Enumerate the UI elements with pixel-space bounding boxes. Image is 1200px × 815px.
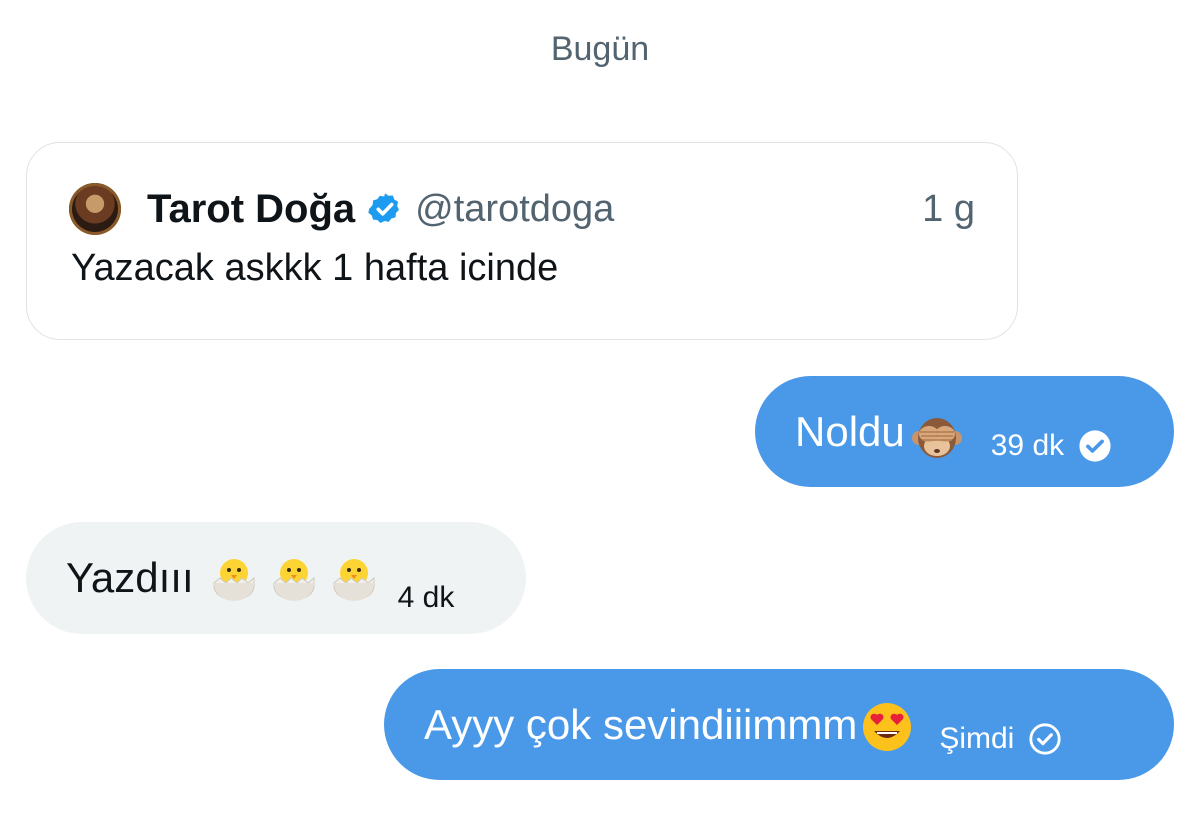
quoted-post-handle: @tarotdoga: [415, 187, 615, 230]
emoji-group: [208, 553, 380, 607]
message-time: 39 dk: [990, 428, 1065, 462]
message-time: Şimdi: [939, 721, 1015, 755]
heart-eyes-face-icon: [863, 702, 912, 751]
quoted-post-time: 1 g: [922, 187, 975, 230]
message-time: 4 dk: [397, 581, 455, 614]
message-bubble-outgoing[interactable]: Ayyy çok sevindiiimmm Şimdi: [384, 669, 1174, 780]
message-text: Noldu: [795, 407, 905, 455]
message-bubble-incoming[interactable]: Yazdııı 4 dk: [26, 522, 526, 634]
message-meta: 4 dk: [398, 581, 455, 615]
see-no-evil-monkey-icon: [911, 417, 962, 458]
dm-conversation: Bugün Tarot Doğa @tarotdoga 1 g Yazacak …: [0, 0, 1200, 815]
message-bubble-outgoing[interactable]: Noldu 39 dk: [755, 376, 1174, 487]
sent-check-icon: [1029, 722, 1061, 755]
hatching-chick-icon: [273, 559, 315, 601]
date-separator: Bugün: [550, 30, 650, 68]
quoted-post-text: Yazacak askkk 1 hafta icinde: [71, 247, 559, 289]
message-meta: 39 dk: [991, 429, 1112, 463]
quoted-post-card[interactable]: Tarot Doğa @tarotdoga 1 g Yazacak askkk …: [26, 142, 1018, 340]
read-check-icon: [1079, 429, 1111, 462]
hatching-chick-icon: [213, 559, 255, 601]
quoted-post-author-name[interactable]: Tarot Doğa: [147, 187, 355, 232]
message-text: Ayyy çok sevindiiimmm: [424, 700, 858, 748]
avatar[interactable]: [69, 183, 121, 235]
quoted-post-header: Tarot Doğa @tarotdoga 1 g: [69, 179, 975, 239]
verified-badge-icon: [368, 193, 400, 223]
message-meta: Şimdi: [939, 722, 1062, 756]
hatching-chick-icon: [333, 559, 375, 601]
message-text: Yazdııı: [66, 554, 194, 601]
